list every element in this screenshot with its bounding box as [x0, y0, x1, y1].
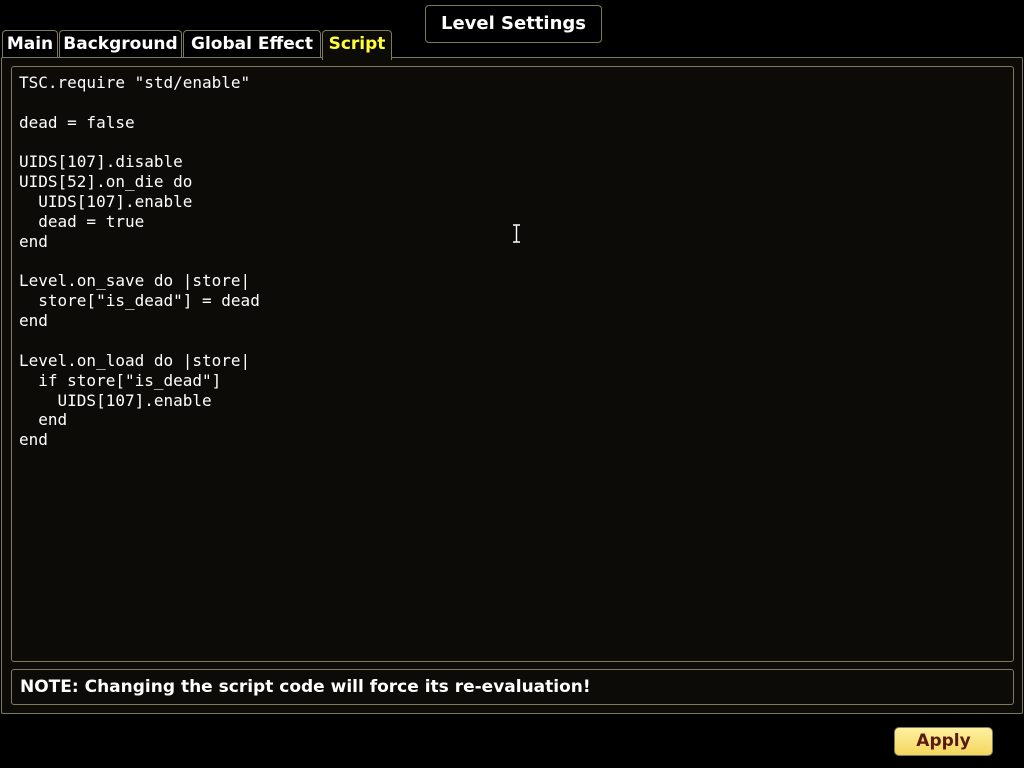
text-ibeam-cursor-icon: [513, 224, 520, 243]
window-title: Level Settings: [425, 5, 602, 43]
level-settings-window: Level Settings Main Background Global Ef…: [0, 0, 1024, 768]
tab-global-effect[interactable]: Global Effect: [183, 30, 321, 58]
tab-background[interactable]: Background: [59, 30, 182, 58]
script-code[interactable]: TSC.require "std/enable" dead = false UI…: [12, 67, 1013, 450]
tab-main[interactable]: Main: [2, 30, 58, 58]
note-message: NOTE: Changing the script code will forc…: [11, 669, 1014, 705]
script-editor[interactable]: TSC.require "std/enable" dead = false UI…: [11, 66, 1014, 662]
apply-button[interactable]: Apply: [894, 727, 993, 756]
tab-script[interactable]: Script: [322, 30, 392, 60]
script-panel: TSC.require "std/enable" dead = false UI…: [1, 57, 1023, 714]
